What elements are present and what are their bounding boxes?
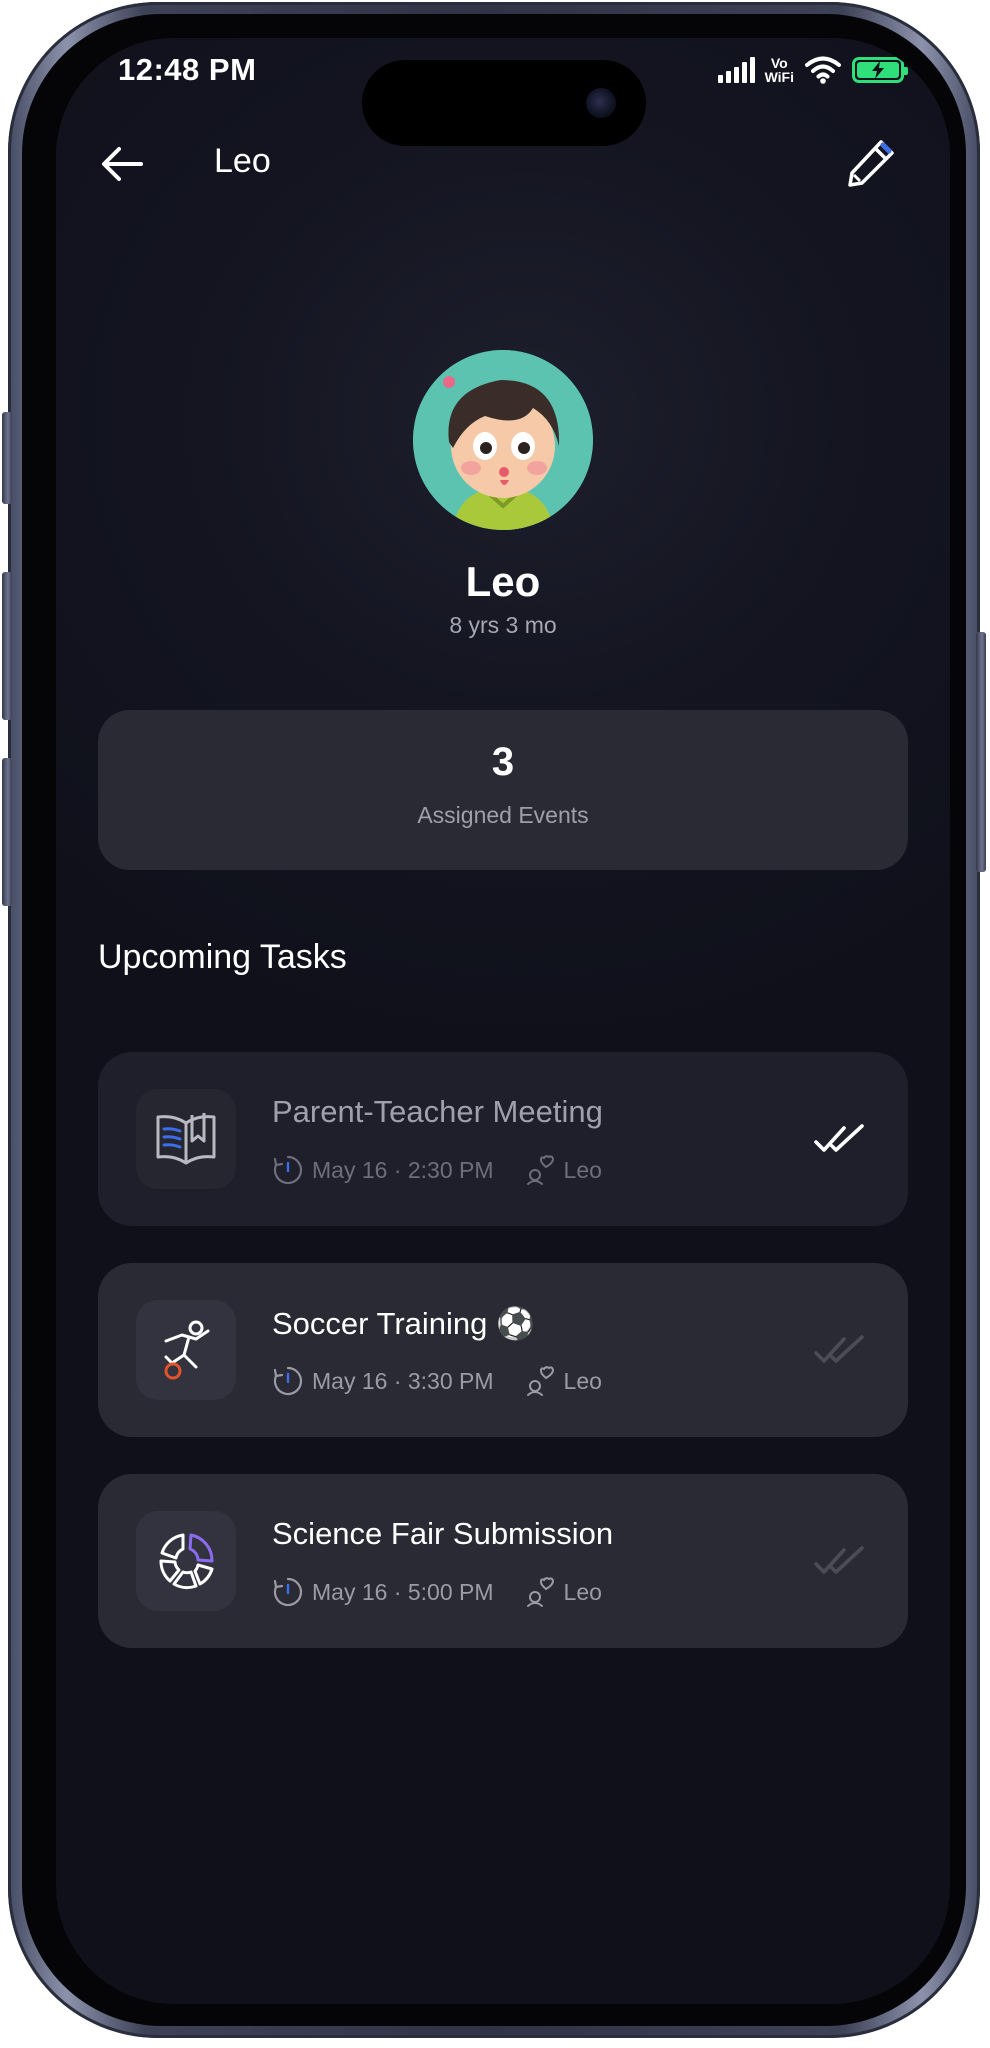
battery-icon: [852, 57, 908, 83]
task-title: Soccer Training ⚽: [272, 1306, 535, 1341]
page-title: Leo: [214, 142, 271, 180]
task-card[interactable]: Parent-Teacher Meeting May 16 · 2:30 PM …: [98, 1052, 908, 1226]
task-meta: May 16 · 2:30 PM Leo: [272, 1152, 602, 1188]
clock-icon: [273, 1155, 303, 1185]
volume-down-button: [2, 758, 12, 906]
dynamic-island: [362, 60, 646, 146]
edit-button[interactable]: [836, 128, 906, 198]
charging-bolt-icon: [872, 61, 884, 79]
task-time: May 16 · 3:30 PM: [312, 1367, 494, 1394]
clock-icon: [273, 1366, 303, 1396]
assignee-icon: [526, 1366, 554, 1396]
assigned-events-card: 3 Assigned Events: [98, 710, 908, 870]
task-assignee: Leo: [563, 1367, 602, 1394]
task-title: Science Fair Submission: [272, 1516, 614, 1551]
pencil-icon: [848, 140, 894, 187]
back-button[interactable]: [92, 134, 152, 194]
task-meta: May 16 · 3:30 PM Leo: [272, 1363, 602, 1399]
status-icons: Vo WiFi: [717, 52, 908, 88]
avatar: [413, 350, 593, 530]
task-meta: May 16 · 5:00 PM Leo: [272, 1574, 602, 1610]
status-time: 12:48 PM: [118, 52, 257, 87]
phone-frame: 12:48 PM Vo WiFi Leo Leo 8 yrs 3 mo 3 As…: [2, 2, 986, 2038]
task-card[interactable]: Soccer Training ⚽ May 16 · 3:30 PM Leo: [98, 1263, 908, 1437]
mark-complete-button[interactable]: [810, 1320, 870, 1380]
task-assignee: Leo: [563, 1156, 602, 1183]
soccer-player-icon: [164, 1320, 210, 1380]
vowifi-label-bottom: WiFi: [764, 69, 794, 85]
action-button: [2, 412, 12, 504]
task-icon-box: [136, 1089, 236, 1189]
arrow-left-icon: [102, 147, 143, 181]
profile-age: 8 yrs 3 mo: [449, 612, 557, 638]
task-title: Parent-Teacher Meeting: [272, 1094, 603, 1129]
wifi-icon: [805, 56, 841, 84]
volume-up-button: [2, 572, 12, 720]
assigned-events-label: Assigned Events: [417, 802, 589, 828]
double-check-icon: [814, 1124, 864, 1152]
app-screen: 12:48 PM Vo WiFi Leo Leo 8 yrs 3 mo 3 As…: [56, 38, 950, 2004]
task-time: May 16 · 5:00 PM: [312, 1578, 494, 1605]
mark-complete-button[interactable]: [810, 1531, 870, 1591]
double-check-icon: [814, 1546, 864, 1574]
section-title: Upcoming Tasks: [98, 938, 347, 976]
profile-name: Leo: [465, 558, 541, 605]
child-cartoon-avatar-icon: [413, 350, 593, 530]
vowifi-label-top: Vo: [770, 55, 788, 71]
task-card[interactable]: Science Fair Submission May 16 · 5:00 PM…: [98, 1474, 908, 1648]
task-time: May 16 · 2:30 PM: [312, 1156, 494, 1183]
assigned-events-count: 3: [491, 740, 515, 784]
double-check-icon: [814, 1335, 864, 1363]
front-camera: [586, 88, 616, 118]
power-button: [976, 632, 986, 872]
open-book-icon: [156, 1113, 216, 1165]
assignee-icon: [526, 1577, 554, 1607]
task-icon-box: [136, 1511, 236, 1611]
clock-icon: [273, 1577, 303, 1607]
task-assignee: Leo: [563, 1578, 602, 1605]
mark-complete-button[interactable]: [810, 1109, 870, 1169]
assignee-icon: [526, 1155, 554, 1185]
vowifi-label: Vo WiFi: [765, 56, 794, 84]
cellular-signal-icon: [717, 57, 755, 83]
task-icon-box: [136, 1300, 236, 1400]
pie-chart-icon: [159, 1533, 214, 1590]
